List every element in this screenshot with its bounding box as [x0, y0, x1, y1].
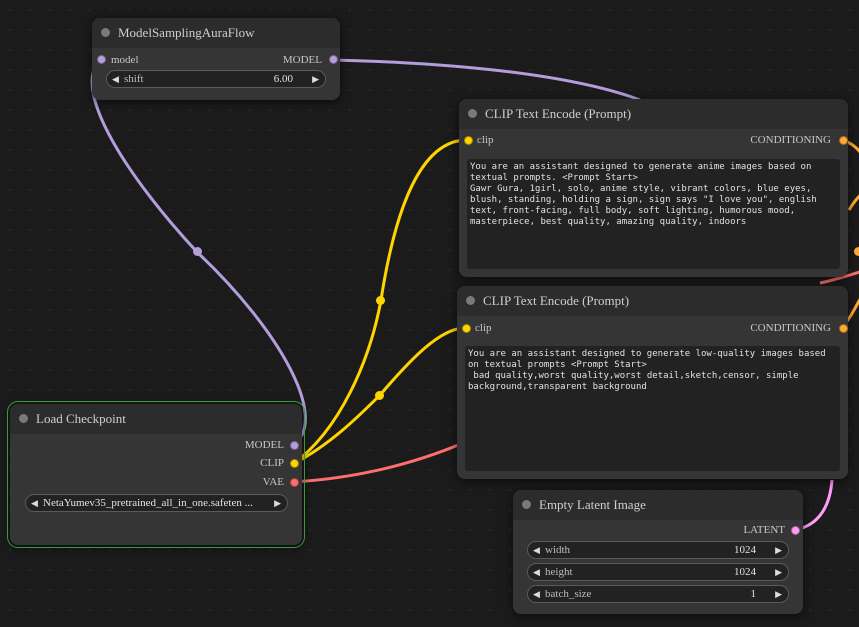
node-load-checkpoint[interactable]: Load Checkpoint MODEL CLIP VAE ◀ NetaYum… [7, 401, 305, 548]
input-model-label: model [111, 54, 139, 66]
node-empty-latent-image[interactable]: Empty Latent Image LATENT ◀ width 1024 ▶… [513, 490, 803, 614]
node-title: Load Checkpoint [36, 411, 126, 426]
wire-model-sampling-out [332, 58, 641, 102]
previous-arrow-icon[interactable]: ◀ [31, 495, 38, 511]
output-model-slot-icon[interactable] [290, 441, 299, 450]
output-latent-slot-icon[interactable] [791, 526, 800, 535]
wire-midpoint-clip-positive[interactable] [376, 296, 385, 305]
increment-arrow-icon[interactable]: ▶ [775, 542, 782, 558]
prompt-textarea[interactable]: You are an assistant designed to generat… [467, 159, 840, 269]
wire-midpoint-conditioning[interactable] [854, 247, 859, 256]
output-vae-slot-icon[interactable] [290, 478, 299, 487]
node-title-bar[interactable]: ModelSamplingAuraFlow [92, 18, 340, 48]
output-conditioning-label: CONDITIONING [750, 134, 831, 146]
input-clip-label: clip [477, 134, 494, 146]
input-clip-slot-icon[interactable] [462, 324, 471, 333]
shift-value: 6.00 [273, 73, 293, 85]
increment-arrow-icon[interactable]: ▶ [775, 586, 782, 602]
shift-widget[interactable]: ◀ shift 6.00 ▶ [106, 70, 326, 88]
node-clip-text-encode-negative[interactable]: CLIP Text Encode (Prompt) clip CONDITION… [457, 286, 848, 479]
shift-label: shift [124, 73, 144, 85]
collapse-dot-icon[interactable] [466, 296, 475, 305]
output-model-slot-icon[interactable] [329, 55, 338, 64]
output-vae-label: VAE [262, 476, 284, 488]
height-value: 1024 [734, 566, 756, 578]
input-clip-label: clip [475, 322, 492, 334]
wire-conditioning-extra [847, 194, 859, 211]
ckpt-name-value: NetaYumev35_pretrained_all_in_one.safete… [43, 497, 253, 509]
input-clip-slot-icon[interactable] [464, 136, 473, 145]
collapse-dot-icon[interactable] [19, 414, 28, 423]
node-title-bar[interactable]: Empty Latent Image [513, 490, 803, 520]
node-title-bar[interactable]: CLIP Text Encode (Prompt) [457, 286, 848, 316]
wire-midpoint-model[interactable] [193, 247, 202, 256]
node-model-sampling-auraflow[interactable]: ModelSamplingAuraFlow model MODEL ◀ shif… [92, 18, 340, 100]
batch-size-label: batch_size [545, 588, 592, 600]
node-title-bar[interactable]: Load Checkpoint [10, 404, 302, 434]
output-conditioning-slot-icon[interactable] [839, 136, 848, 145]
output-model-label: MODEL [244, 439, 284, 451]
width-value: 1024 [734, 544, 756, 556]
collapse-dot-icon[interactable] [468, 109, 477, 118]
output-conditioning-label: CONDITIONING [750, 322, 831, 334]
prompt-textarea[interactable]: You are an assistant designed to generat… [465, 346, 840, 471]
collapse-dot-icon[interactable] [101, 28, 110, 37]
output-clip-label: CLIP [260, 457, 284, 469]
next-arrow-icon[interactable]: ▶ [274, 495, 281, 511]
output-conditioning-slot-icon[interactable] [839, 324, 848, 333]
node-title: Empty Latent Image [539, 497, 646, 512]
decrement-arrow-icon[interactable]: ◀ [533, 586, 540, 602]
wire-midpoint-clip-negative[interactable] [375, 391, 384, 400]
node-title-bar[interactable]: CLIP Text Encode (Prompt) [459, 99, 848, 129]
node-clip-text-encode-positive[interactable]: CLIP Text Encode (Prompt) clip CONDITION… [459, 99, 848, 277]
decrement-arrow-icon[interactable]: ◀ [533, 564, 540, 580]
output-model-label: MODEL [282, 54, 322, 66]
batch-size-value: 1 [750, 588, 757, 600]
decrement-arrow-icon[interactable]: ◀ [533, 542, 540, 558]
node-title: CLIP Text Encode (Prompt) [485, 106, 632, 121]
width-label: width [545, 544, 571, 556]
batch-size-widget[interactable]: ◀ batch_size 1 ▶ [527, 585, 789, 603]
input-model-slot-icon[interactable] [97, 55, 106, 64]
node-title: ModelSamplingAuraFlow [118, 25, 255, 40]
output-latent-label: LATENT [743, 524, 785, 536]
height-widget[interactable]: ◀ height 1024 ▶ [527, 563, 789, 581]
node-title: CLIP Text Encode (Prompt) [483, 293, 630, 308]
collapse-dot-icon[interactable] [522, 500, 531, 509]
width-widget[interactable]: ◀ width 1024 ▶ [527, 541, 789, 559]
decrement-arrow-icon[interactable]: ◀ [112, 71, 119, 87]
height-label: height [545, 566, 573, 578]
output-clip-slot-icon[interactable] [290, 459, 299, 468]
wire-vae-out [292, 438, 471, 484]
increment-arrow-icon[interactable]: ▶ [775, 564, 782, 580]
ckpt-name-widget[interactable]: ◀ NetaYumev35_pretrained_all_in_one.safe… [25, 494, 288, 512]
increment-arrow-icon[interactable]: ▶ [312, 71, 319, 87]
